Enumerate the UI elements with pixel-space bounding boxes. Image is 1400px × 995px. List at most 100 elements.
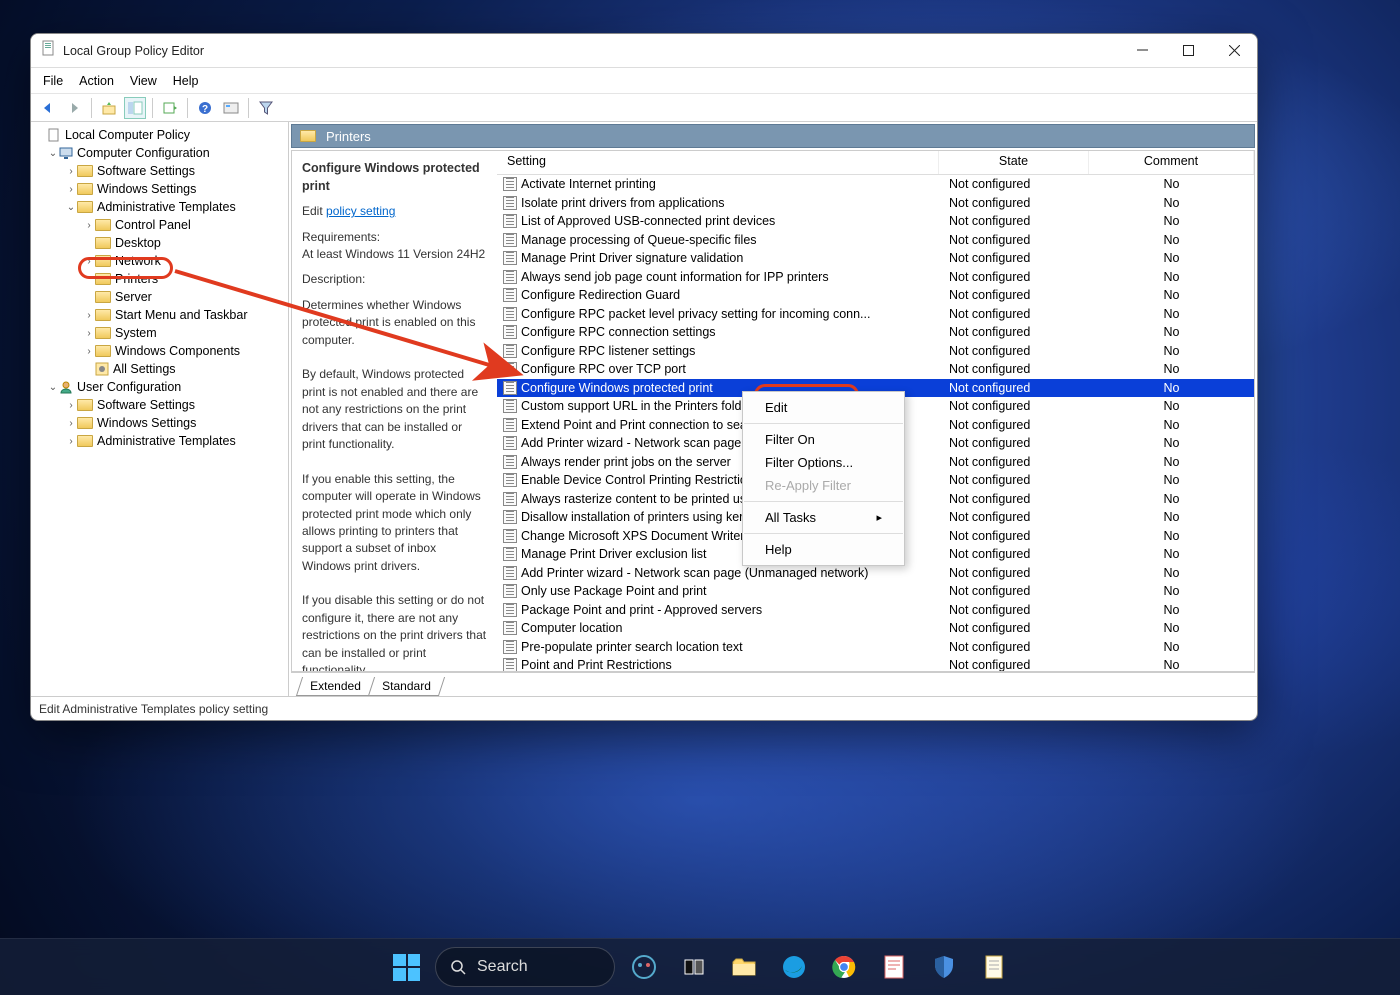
user-icon [59, 380, 73, 394]
setting-row[interactable]: Package Point and print - Approved serve… [497, 601, 1254, 620]
policy-icon [503, 529, 517, 543]
policy-icon [503, 344, 517, 358]
setting-row[interactable]: List of Approved USB-connected print dev… [497, 212, 1254, 231]
setting-row[interactable]: Manage Print Driver signature validation… [497, 249, 1254, 268]
policy-icon [503, 455, 517, 469]
toolbar: ? [31, 94, 1257, 122]
tree-uc-admin[interactable]: ›Administrative Templates [33, 432, 286, 450]
menu-action[interactable]: Action [79, 74, 114, 88]
policy-icon [503, 214, 517, 228]
windows-icon [393, 954, 420, 981]
maximize-button[interactable] [1165, 34, 1211, 67]
ctx-all-tasks[interactable]: All Tasks▸ [743, 506, 904, 529]
filter-button[interactable] [255, 97, 277, 119]
setting-row[interactable]: Isolate print drivers from applicationsN… [497, 194, 1254, 213]
setting-row[interactable]: Configure Redirection GuardNot configure… [497, 286, 1254, 305]
policy-icon [503, 473, 517, 487]
setting-row[interactable]: Configure RPC packet level privacy setti… [497, 305, 1254, 324]
col-comment[interactable]: Comment [1089, 151, 1254, 174]
policy-icon [503, 196, 517, 210]
chrome-button[interactable] [822, 946, 865, 989]
menu-file[interactable]: File [43, 74, 63, 88]
gpedit-taskbar-button[interactable] [972, 946, 1015, 989]
document-icon [983, 954, 1005, 980]
app-icon [41, 40, 57, 61]
tree-windows-settings[interactable]: ›Windows Settings [33, 180, 286, 198]
security-button[interactable] [922, 946, 965, 989]
minimize-button[interactable] [1119, 34, 1165, 67]
ctx-filter-options[interactable]: Filter Options... [743, 451, 904, 474]
copilot-button[interactable] [622, 946, 665, 989]
window-title: Local Group Policy Editor [63, 44, 1119, 58]
tree-admin-templates[interactable]: ⌄Administrative Templates [33, 198, 286, 216]
nav-tree[interactable]: ▾ Local Computer Policy ⌄ Computer Confi… [31, 122, 289, 696]
tree-uc-windows[interactable]: ›Windows Settings [33, 414, 286, 432]
tree-windows-components[interactable]: ›Windows Components [33, 342, 286, 360]
explorer-button[interactable] [722, 946, 765, 989]
setting-row[interactable]: Only use Package Point and printNot conf… [497, 582, 1254, 601]
folder-icon [300, 130, 316, 142]
policy-icon [503, 418, 517, 432]
tree-start-menu[interactable]: ›Start Menu and Taskbar [33, 306, 286, 324]
setting-row[interactable]: Always send job page count information f… [497, 268, 1254, 287]
close-button[interactable] [1211, 34, 1257, 67]
up-button[interactable] [98, 97, 120, 119]
column-headers[interactable]: Setting State Comment [497, 151, 1254, 175]
menu-view[interactable]: View [130, 74, 157, 88]
notepad-button[interactable] [872, 946, 915, 989]
tree-control-panel[interactable]: ›Control Panel [33, 216, 286, 234]
help-button[interactable]: ? [194, 97, 216, 119]
task-view-button[interactable] [672, 946, 715, 989]
tree-computer-config[interactable]: ⌄ Computer Configuration [33, 144, 286, 162]
policy-icon [503, 436, 517, 450]
tree-all-settings[interactable]: ›All Settings [33, 360, 286, 378]
setting-row[interactable]: Configure RPC over TCP portNot configure… [497, 360, 1254, 379]
task-view-icon [682, 955, 706, 979]
ctx-edit[interactable]: Edit [743, 396, 904, 419]
folder-icon [77, 165, 93, 177]
policy-icon [503, 640, 517, 654]
col-setting[interactable]: Setting [497, 151, 939, 174]
show-hide-tree-button[interactable] [124, 97, 146, 119]
setting-row[interactable]: Point and Print RestrictionsNot configur… [497, 656, 1254, 671]
policy-icon [503, 233, 517, 247]
setting-row[interactable]: Pre-populate printer search location tex… [497, 638, 1254, 657]
tree-system[interactable]: ›System [33, 324, 286, 342]
tree-printers[interactable]: ›Printers [33, 270, 286, 288]
policy-icon [503, 547, 517, 561]
setting-row[interactable]: Add Printer wizard - Network scan page (… [497, 564, 1254, 583]
req-body: At least Windows 11 Version 24H2 [302, 246, 487, 263]
info-heading: Configure Windows protected print [302, 159, 487, 195]
ctx-filter-on[interactable]: Filter On [743, 428, 904, 451]
folder-icon [731, 956, 757, 978]
forward-button[interactable] [63, 97, 85, 119]
ctx-help[interactable]: Help [743, 538, 904, 561]
tree-network[interactable]: ›Network [33, 252, 286, 270]
menu-help[interactable]: Help [173, 74, 199, 88]
tree-software-settings[interactable]: ›Software Settings [33, 162, 286, 180]
tree-server[interactable]: ›Server [33, 288, 286, 306]
export-button[interactable] [159, 97, 181, 119]
back-button[interactable] [37, 97, 59, 119]
properties-button[interactable] [220, 97, 242, 119]
desc-label: Description: [302, 271, 487, 288]
view-tabs: Extended Standard [291, 672, 1255, 696]
taskbar-search[interactable]: Search [435, 947, 615, 987]
folder-icon [95, 273, 111, 285]
setting-row[interactable]: Activate Internet printingNot configured… [497, 175, 1254, 194]
tree-user-config[interactable]: ⌄ User Configuration [33, 378, 286, 396]
policy-setting-link[interactable]: policy setting [326, 204, 395, 218]
policy-icon [503, 510, 517, 524]
tab-extended[interactable]: Extended [296, 677, 375, 696]
tree-uc-software[interactable]: ›Software Settings [33, 396, 286, 414]
setting-row[interactable]: Computer locationNot configuredNo [497, 619, 1254, 638]
edge-button[interactable] [772, 946, 815, 989]
tree-root[interactable]: ▾ Local Computer Policy [33, 126, 286, 144]
start-button[interactable] [385, 946, 428, 989]
tree-desktop[interactable]: ›Desktop [33, 234, 286, 252]
setting-row[interactable]: Configure RPC listener settingsNot confi… [497, 342, 1254, 361]
setting-row[interactable]: Configure RPC connection settingsNot con… [497, 323, 1254, 342]
setting-row[interactable]: Manage processing of Queue-specific file… [497, 231, 1254, 250]
col-state[interactable]: State [939, 151, 1089, 174]
tab-standard[interactable]: Standard [368, 677, 445, 696]
